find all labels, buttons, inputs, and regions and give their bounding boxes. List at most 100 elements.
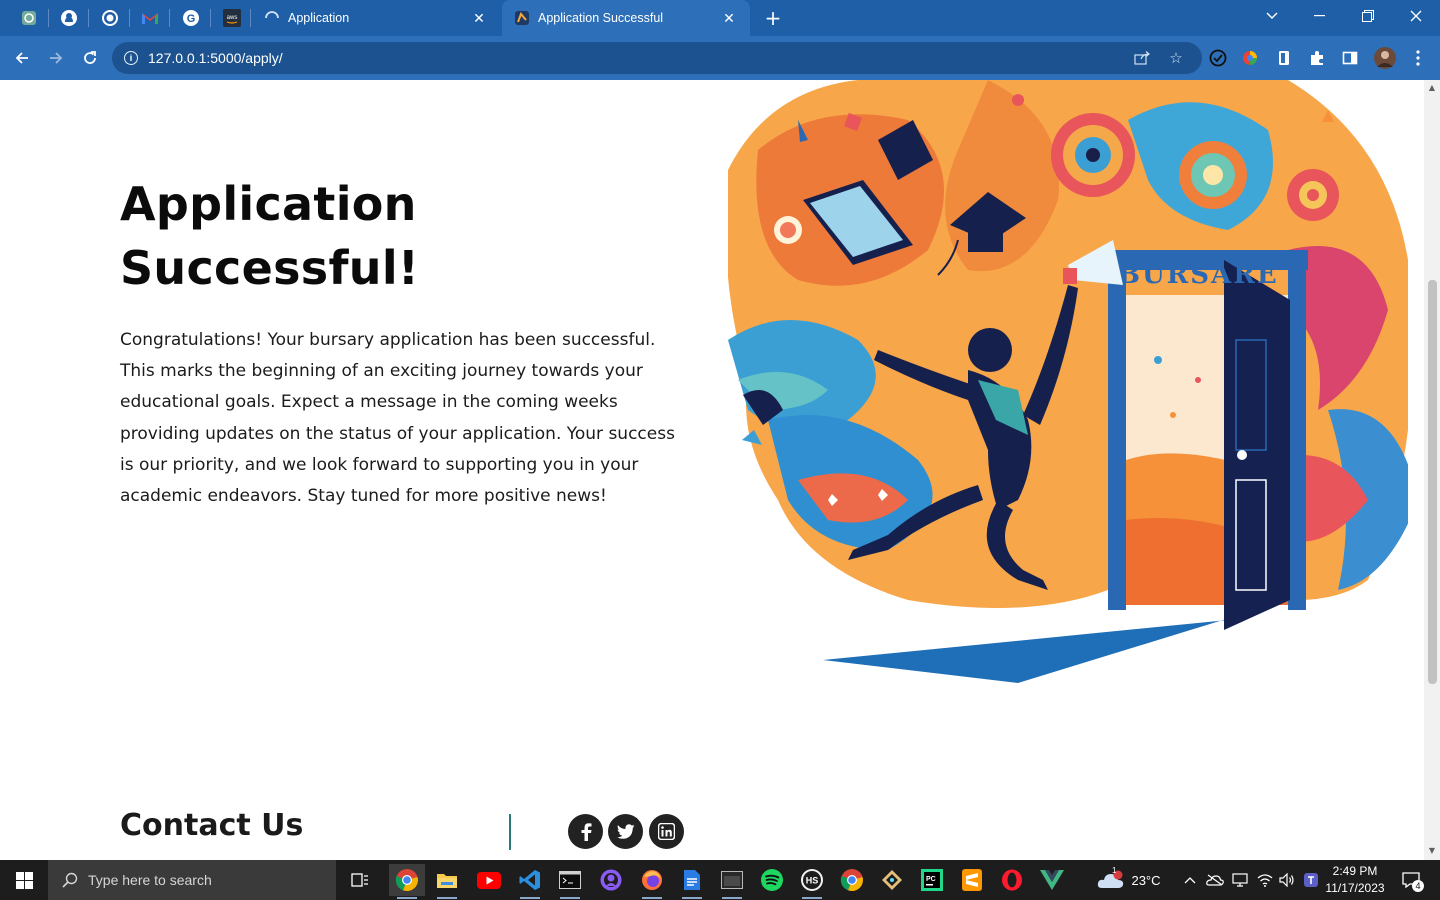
minimize-button[interactable] xyxy=(1296,0,1344,32)
linkedin-link[interactable] xyxy=(649,814,684,849)
taskbar-docs[interactable] xyxy=(674,864,710,899)
hero-illustration: BURSARE xyxy=(728,80,1408,683)
taskbar-vscode[interactable] xyxy=(512,864,548,899)
address-bar[interactable]: i 127.0.0.1:5000/apply/ ☆ xyxy=(112,42,1202,74)
taskbar-chrome[interactable] xyxy=(389,864,425,899)
taskbar-pycharm[interactable]: PC xyxy=(914,864,950,896)
profile-avatar[interactable] xyxy=(1373,46,1397,70)
taskbar-window-app[interactable] xyxy=(714,864,750,899)
hs-app-icon: HS xyxy=(801,869,823,891)
search-icon xyxy=(62,872,78,888)
notifications-button[interactable]: 4 xyxy=(1396,860,1426,900)
gmail-icon xyxy=(142,13,158,24)
new-tab-button[interactable]: + xyxy=(760,5,786,31)
clock-time: 2:49 PM xyxy=(1332,864,1378,878)
svg-text:G: G xyxy=(187,13,196,25)
grammarly-icon: G xyxy=(183,10,199,26)
scroll-thumb[interactable] xyxy=(1428,280,1437,684)
share-icon[interactable] xyxy=(1132,48,1152,68)
taskbar-chrome-profile[interactable] xyxy=(834,864,870,896)
reload-icon xyxy=(84,51,96,64)
forward-button[interactable] xyxy=(42,44,70,72)
taskbar-opera[interactable] xyxy=(994,864,1030,896)
tab-close-icon[interactable]: ✕ xyxy=(720,10,738,27)
taskbar-git[interactable] xyxy=(874,864,910,896)
title-line-1: Application xyxy=(120,177,417,231)
notification-count: 4 xyxy=(1412,880,1424,892)
display-icon[interactable] xyxy=(1229,860,1251,900)
twitter-link[interactable] xyxy=(608,814,643,849)
scroll-up-icon[interactable]: ▲ xyxy=(1428,84,1436,92)
taskbar-terminal[interactable] xyxy=(552,864,588,899)
youtube-icon xyxy=(477,871,501,889)
page-scrollbar[interactable]: ▲ ▼ xyxy=(1424,80,1440,860)
arrow-left-icon xyxy=(15,52,28,64)
taskbar-sublime[interactable] xyxy=(954,864,990,896)
pinned-tab-github[interactable] xyxy=(55,5,83,31)
tab-application[interactable]: Application ✕ xyxy=(252,0,500,36)
taskbar-vue[interactable] xyxy=(1034,864,1070,896)
chrome-profile-icon xyxy=(840,869,863,892)
weather-temp: 23°C xyxy=(1131,872,1161,888)
taskbar-clock[interactable]: 2:49 PM 11/17/2023 xyxy=(1318,863,1392,897)
whatsapp-icon xyxy=(102,10,118,26)
weather-badge: 1 xyxy=(1112,866,1117,875)
tab-strip: G aws Application ✕ Application Successf… xyxy=(0,0,1440,36)
windows-taskbar: Type here to search HS PC 1 23°C 2:49 PM… xyxy=(0,860,1440,900)
windows-logo-icon xyxy=(15,871,33,889)
site-info-icon[interactable]: i xyxy=(124,51,138,65)
page-viewport: Application Successful! Congratulations!… xyxy=(0,80,1424,860)
tray-overflow-chevron-icon[interactable] xyxy=(1180,860,1200,900)
pycharm-icon: PC xyxy=(921,869,943,891)
sublime-icon xyxy=(962,869,982,891)
git-icon xyxy=(882,870,902,890)
title-line-2: Successful! xyxy=(120,241,420,295)
back-button[interactable] xyxy=(8,44,36,72)
extension-docs-icon[interactable] xyxy=(1274,48,1294,68)
volume-icon[interactable] xyxy=(1276,860,1298,900)
wifi-icon[interactable] xyxy=(1254,860,1276,900)
pinned-tab-aws[interactable]: aws xyxy=(218,5,246,31)
bursare-sign: BURSARE xyxy=(1118,260,1279,290)
terminal-icon xyxy=(559,871,581,889)
side-panel-icon[interactable] xyxy=(1340,48,1360,68)
task-view-button[interactable] xyxy=(342,864,378,896)
tab-application-successful[interactable]: Application Successful ✕ xyxy=(502,0,750,36)
start-button[interactable] xyxy=(0,860,48,900)
pinned-tab-grammarly[interactable]: G xyxy=(177,5,205,31)
bookmark-star-icon[interactable]: ☆ xyxy=(1166,48,1186,68)
spotify-icon xyxy=(761,869,783,891)
pinned-tab-whatsapp[interactable] xyxy=(96,5,124,31)
page-title: Application Successful! xyxy=(120,172,680,300)
restore-button[interactable] xyxy=(1344,0,1392,32)
onedrive-icon[interactable] xyxy=(1204,860,1226,900)
extension-check-icon[interactable] xyxy=(1208,48,1228,68)
taskbar-hs-app[interactable]: HS xyxy=(794,864,830,899)
vscode-icon xyxy=(519,870,540,890)
page-favicon-icon xyxy=(515,11,529,25)
taskbar-search[interactable]: Type here to search xyxy=(48,860,336,900)
pinned-tab-gmail[interactable] xyxy=(136,5,164,31)
pinned-tab-chatgpt[interactable] xyxy=(15,5,43,31)
taskbar-file-explorer[interactable] xyxy=(429,864,465,899)
taskbar-firefox[interactable] xyxy=(634,864,670,899)
scroll-down-icon[interactable]: ▼ xyxy=(1428,847,1436,855)
extension-color-icon[interactable] xyxy=(1240,48,1260,68)
contact-title: Contact Us xyxy=(120,808,304,843)
taskbar-youtube[interactable] xyxy=(471,864,507,896)
weather-widget[interactable]: 1 23°C xyxy=(1094,860,1164,900)
facebook-link[interactable] xyxy=(568,814,603,849)
taskbar-github-desktop[interactable] xyxy=(593,864,629,896)
tab-search-chevron-icon[interactable] xyxy=(1248,0,1296,32)
contact-divider xyxy=(509,814,511,850)
tab-title: Application Successful xyxy=(538,11,664,25)
reload-button[interactable] xyxy=(76,44,104,72)
extensions-puzzle-icon[interactable] xyxy=(1307,48,1327,68)
tab-close-icon[interactable]: ✕ xyxy=(470,10,488,27)
taskbar-spotify[interactable] xyxy=(754,864,790,896)
twitter-icon xyxy=(616,824,634,839)
aws-icon: aws xyxy=(223,9,241,27)
close-window-button[interactable] xyxy=(1392,0,1440,32)
browser-menu-icon[interactable] xyxy=(1408,48,1428,68)
github-icon xyxy=(61,10,77,26)
